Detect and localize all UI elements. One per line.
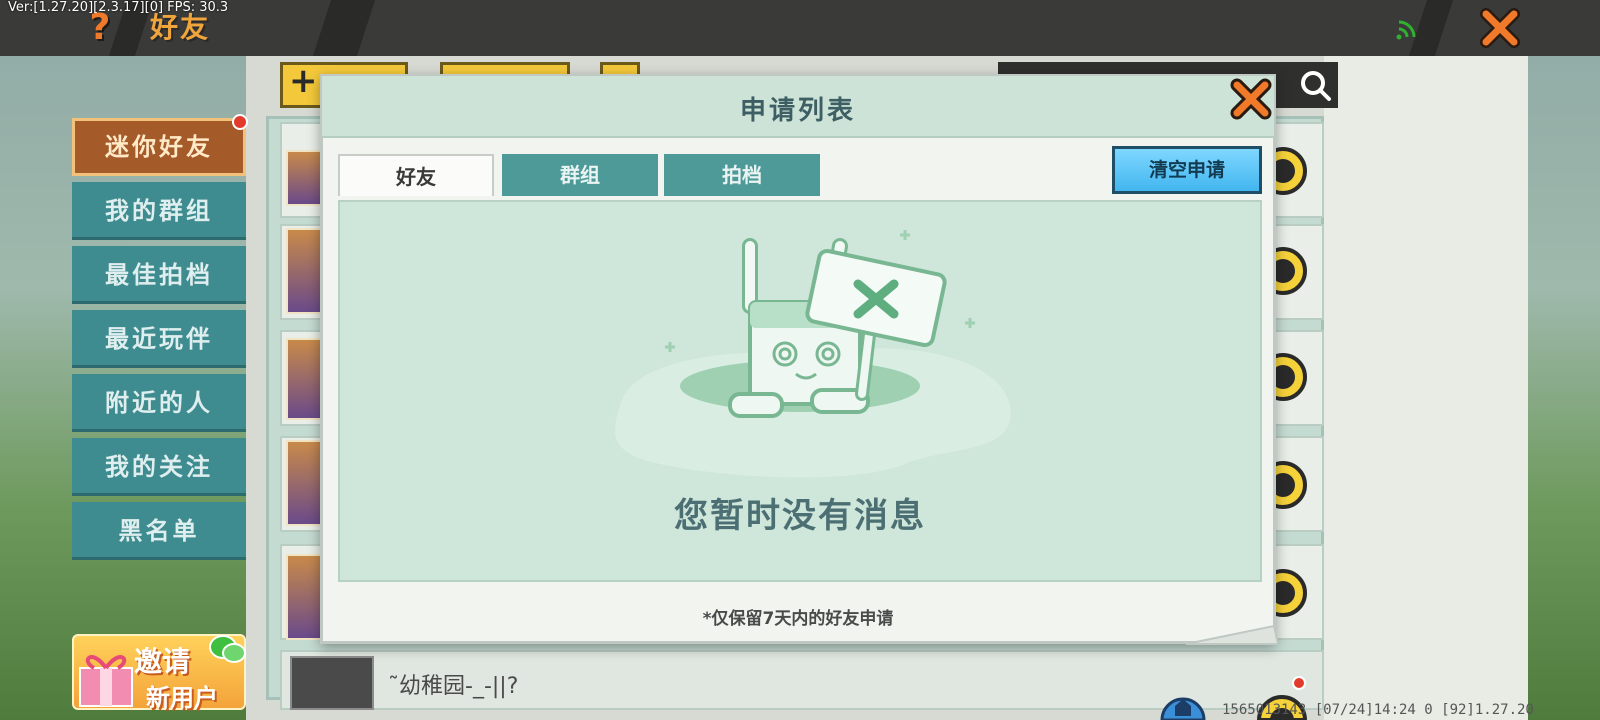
empty-mascot-icon xyxy=(615,230,1011,478)
sidebar-item-best-partner[interactable]: 最佳拍档 xyxy=(72,246,246,304)
invite-label: 新用户 xyxy=(146,684,218,712)
sidebar-item-my-groups[interactable]: 我的群组 xyxy=(72,182,246,240)
signal-icon xyxy=(1396,20,1416,40)
sidebar-item-nearby[interactable]: 附近的人 xyxy=(72,374,246,432)
empty-message: 您暂时没有消息 xyxy=(674,496,926,536)
dialog-title: 申请列表 xyxy=(739,96,856,126)
tab-partners[interactable]: 拍档 xyxy=(664,154,820,196)
page-title: 好友 xyxy=(150,11,211,44)
invite-label: 邀请 xyxy=(134,645,191,678)
help-icon[interactable]: ? xyxy=(84,6,116,50)
wechat-icon xyxy=(209,635,246,663)
sidebar-item-blacklist[interactable]: 黑名单 xyxy=(72,502,246,560)
friend-name: ˜幼稚园-_-||? xyxy=(388,674,519,699)
notification-dot xyxy=(232,114,248,130)
sidebar-item-recent-players[interactable]: 最近玩伴 xyxy=(72,310,246,368)
tab-groups[interactable]: 群组 xyxy=(502,154,658,196)
plus-icon: + xyxy=(289,61,318,101)
sidebar-item-mini-friends[interactable]: 迷你好友 xyxy=(72,118,246,176)
dialog-header: 申请列表 xyxy=(322,76,1274,138)
close-icon[interactable] xyxy=(1478,6,1522,50)
search-icon[interactable] xyxy=(1298,68,1332,102)
retention-note: *仅保留7天内的好友申请 xyxy=(702,609,894,629)
avatar xyxy=(290,656,374,710)
close-icon[interactable] xyxy=(1228,76,1274,122)
top-bar xyxy=(0,0,1600,56)
notification-dot xyxy=(1292,676,1306,690)
page-fold-decoration xyxy=(1186,624,1278,645)
home-icon[interactable] xyxy=(1158,676,1208,720)
clear-requests-button[interactable]: 清空申请 xyxy=(1112,146,1262,194)
sidebar-item-following[interactable]: 我的关注 xyxy=(72,438,246,496)
footer-info: 1565013143 [07/24]14:24 0 [92]1.27.20 xyxy=(1222,702,1534,718)
tab-friends[interactable]: 好友 xyxy=(338,154,494,196)
invite-button[interactable]: 邀请 新用户 xyxy=(72,634,246,712)
right-strip xyxy=(1324,56,1528,720)
gift-icon xyxy=(79,655,133,707)
